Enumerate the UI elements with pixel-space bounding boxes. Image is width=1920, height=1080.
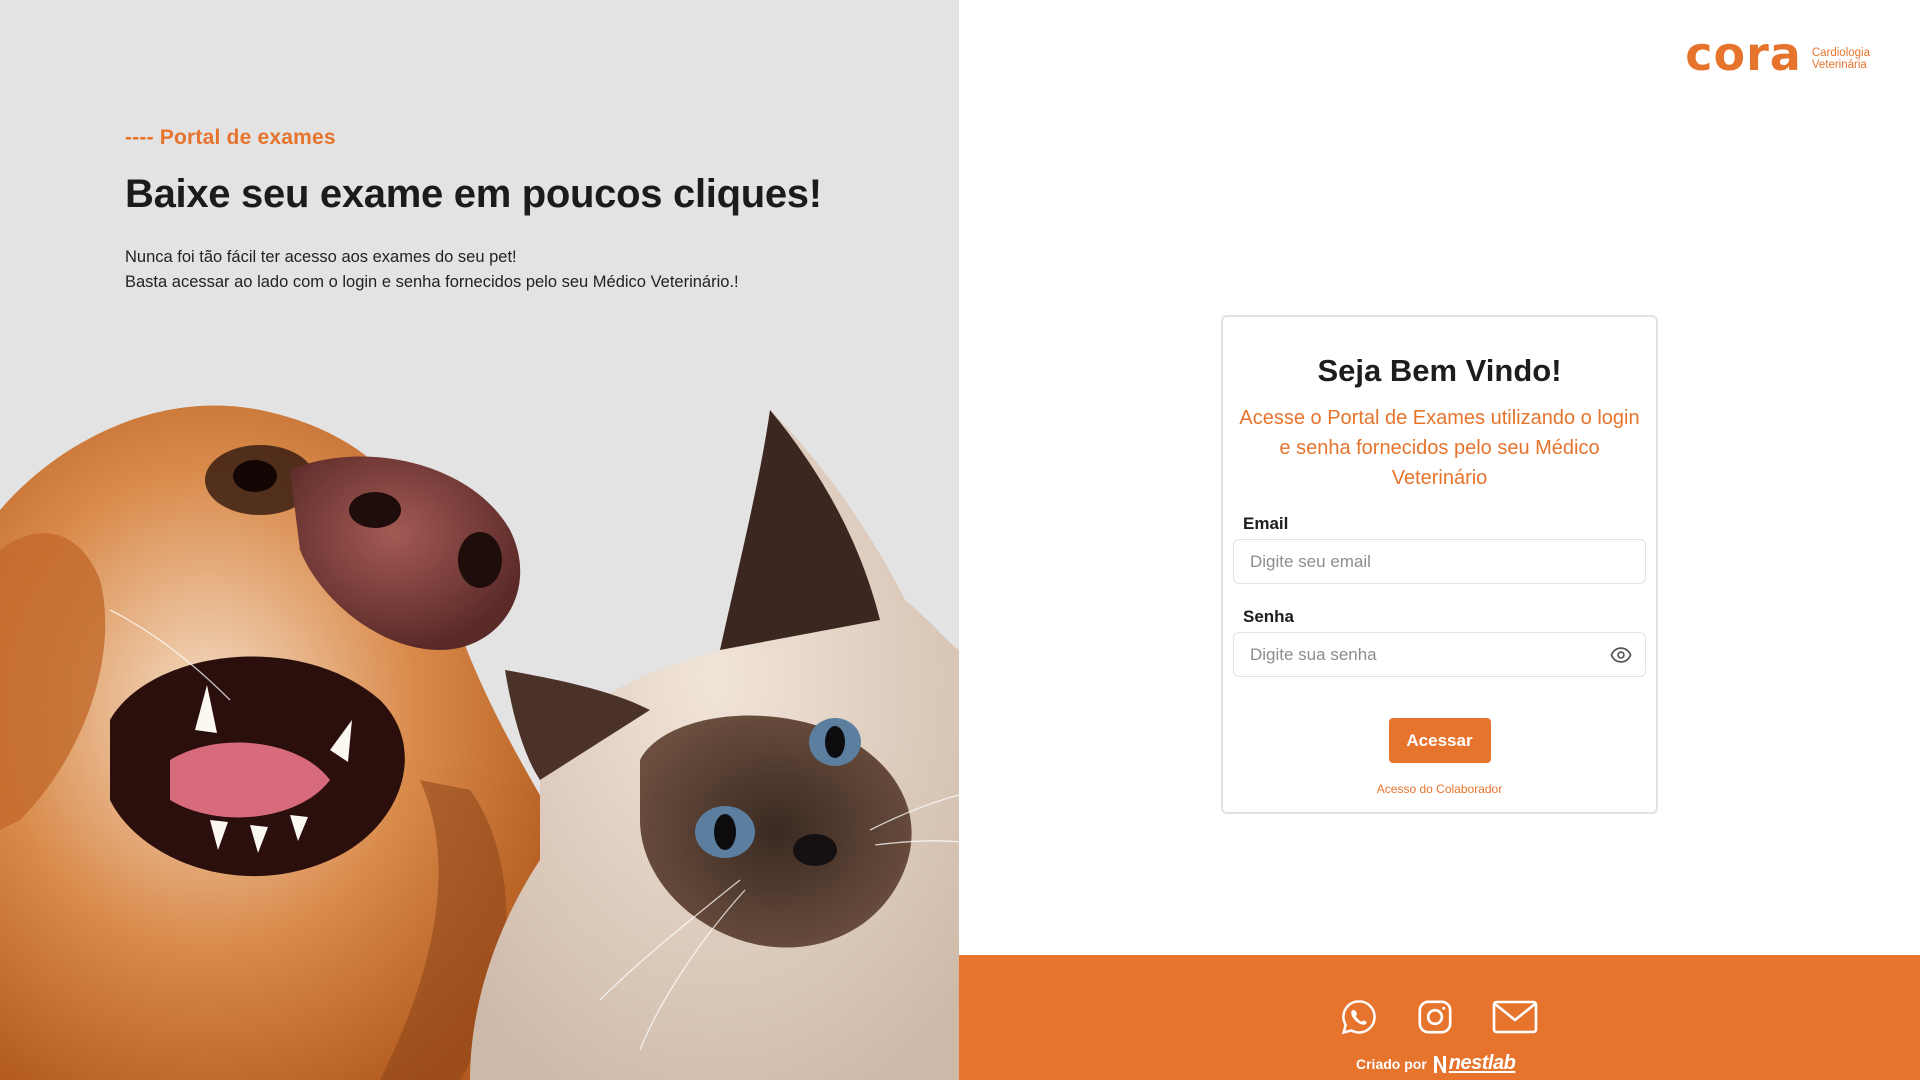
login-panel: cora Cardiologia Veterinária Seja Bem Vi… bbox=[959, 0, 1920, 1080]
social-icons bbox=[1340, 998, 1538, 1036]
whatsapp-icon[interactable] bbox=[1340, 998, 1378, 1036]
brand-logo: cora Cardiologia Veterinária bbox=[1685, 27, 1870, 81]
credit-text: Criado por bbox=[1356, 1055, 1427, 1072]
email-label: Email bbox=[1243, 514, 1289, 533]
show-password-eye-icon[interactable] bbox=[1610, 644, 1632, 666]
nestlab-wordmark: nestlab bbox=[1448, 1052, 1516, 1074]
login-subtitle: Acesse o Portal de Exames utilizando o l… bbox=[1239, 407, 1640, 489]
brand-tagline-line-2: Veterinária bbox=[1811, 59, 1867, 71]
credit: Criado por nestlab bbox=[1356, 1052, 1516, 1075]
mail-icon[interactable] bbox=[1492, 999, 1538, 1035]
nestlab-mark-icon bbox=[1433, 1055, 1446, 1073]
dog-and-cat-photo bbox=[0, 400, 959, 1080]
hero-lead-line-1: Nunca foi tão fácil ter acesso aos exame… bbox=[125, 248, 517, 266]
email-field[interactable] bbox=[1233, 539, 1646, 584]
hero-kicker: ---- Portal de exames bbox=[125, 126, 336, 149]
brand-tagline: Cardiologia Veterinária bbox=[1812, 47, 1870, 76]
hero-panel: ---- Portal de exames Baixe seu exame em… bbox=[0, 0, 959, 1080]
login-title: Seja Bem Vindo! bbox=[1317, 353, 1562, 388]
nestlab-logo[interactable]: nestlab bbox=[1433, 1052, 1516, 1075]
collaborator-access-link[interactable]: Acesso do Colaborador bbox=[1233, 782, 1646, 796]
password-field-wrapper bbox=[1233, 632, 1646, 677]
login-card: Seja Bem Vindo! Acesse o Portal de Exame… bbox=[1221, 315, 1658, 814]
instagram-icon[interactable] bbox=[1416, 998, 1454, 1036]
email-field-wrapper bbox=[1233, 539, 1646, 584]
hero-text: ---- Portal de exames Baixe seu exame em… bbox=[125, 126, 925, 295]
hero-lead-line-2: Basta acessar ao lado com o login e senh… bbox=[125, 273, 739, 291]
hero-headline: Baixe seu exame em poucos cliques! bbox=[125, 172, 822, 216]
login-submit-button[interactable]: Acessar bbox=[1388, 718, 1491, 763]
password-label: Senha bbox=[1243, 607, 1295, 626]
hero-lead: Nunca foi tão fácil ter acesso aos exame… bbox=[125, 245, 925, 295]
brand-tagline-line-1: Cardiologia bbox=[1811, 47, 1870, 59]
password-field[interactable] bbox=[1233, 632, 1646, 677]
brand-name: cora bbox=[1685, 27, 1802, 81]
footer: Criado por nestlab bbox=[959, 955, 1920, 1080]
